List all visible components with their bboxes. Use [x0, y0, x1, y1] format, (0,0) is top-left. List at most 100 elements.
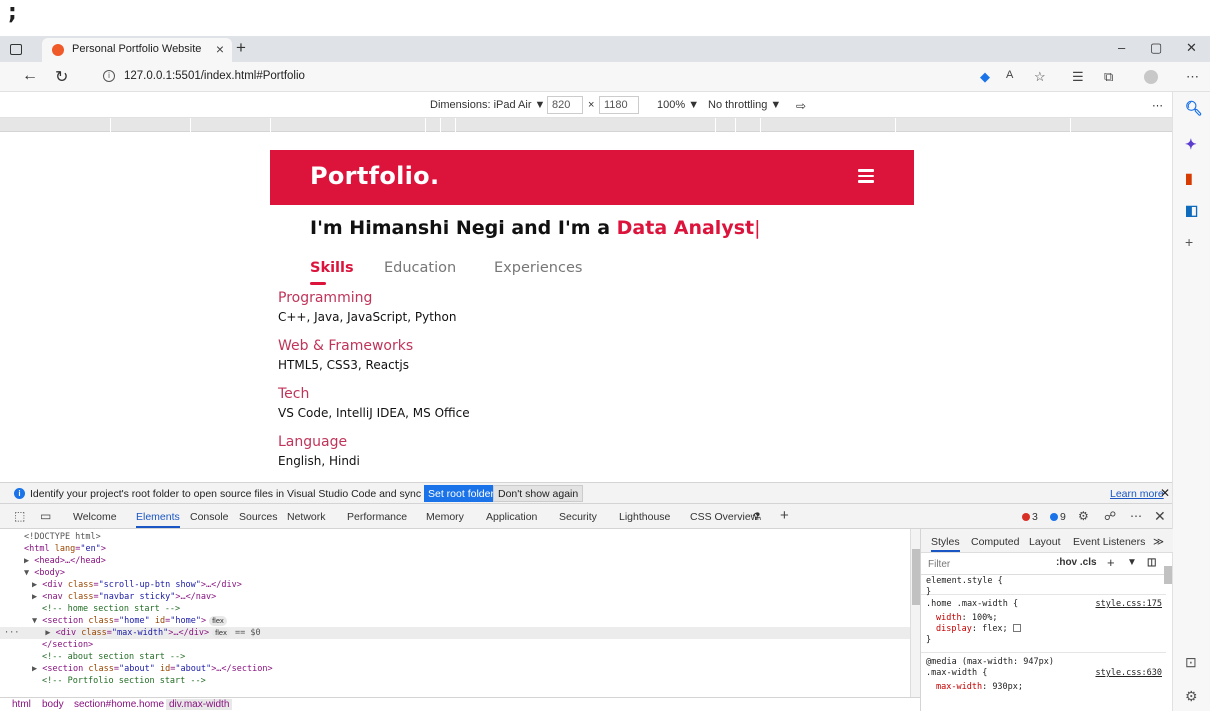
dom-node[interactable]: ▶ <head>…</head> — [24, 555, 106, 567]
dom-node[interactable]: <html lang="en"> — [24, 543, 106, 555]
flex-badge[interactable]: flex — [209, 616, 227, 626]
breadcrumb-html[interactable]: html — [12, 699, 31, 710]
tab-close-icon[interactable]: × — [216, 41, 224, 57]
styles-scrollbar[interactable] — [1164, 566, 1172, 706]
minimize-button[interactable]: – — [1118, 40, 1125, 55]
tab-event-listeners[interactable]: Event Listeners — [1073, 536, 1145, 548]
width-input[interactable]: 820 — [547, 96, 583, 114]
info-badge[interactable]: 9 — [1050, 511, 1066, 523]
tab-layout[interactable]: Layout — [1029, 536, 1061, 548]
read-aloud-icon[interactable]: A — [1006, 69, 1013, 81]
devtools-tab-network[interactable]: Network — [287, 511, 326, 523]
dimensions-select[interactable]: Dimensions: iPad Air ▼ — [430, 99, 545, 111]
devtools-tab-css-overview[interactable]: CSS Overview — [690, 511, 758, 523]
device-more-icon[interactable]: ⋯ — [1152, 99, 1163, 112]
more-tools-button[interactable]: + — [780, 507, 789, 524]
devtools-settings-gear-icon[interactable]: ⚙ — [1078, 509, 1089, 523]
search-icon[interactable]: 🔍︎ — [1185, 100, 1203, 117]
dom-node[interactable]: ▶ <section class="about" id="about">…</s… — [32, 663, 273, 675]
devtools-tab-security[interactable]: Security — [559, 511, 597, 523]
dont-show-again-button[interactable]: Don't show again — [493, 485, 584, 502]
sidebar-panel-icon[interactable]: ⊡ — [1185, 654, 1197, 671]
zoom-select[interactable]: 100% ▼ — [657, 99, 699, 111]
feedback-icon[interactable]: ☍ — [1104, 509, 1116, 523]
devtools-tab-application[interactable]: Application — [486, 511, 537, 523]
tag-icon[interactable]: ◆ — [980, 69, 990, 85]
set-root-folder-button[interactable]: Set root folder — [424, 485, 498, 502]
devtools-close-icon[interactable]: ✕ — [1154, 508, 1166, 525]
styles-filter-input[interactable]: Filter — [928, 559, 950, 570]
dom-node[interactable]: ▶ <div class="scroll-up-btn show">…</div… — [32, 579, 242, 591]
dom-node[interactable]: ▶ <nav class="navbar sticky">…</nav> — [32, 591, 216, 603]
restore-button[interactable]: ▢ — [1150, 40, 1162, 56]
favorites-list-icon[interactable]: ☰ — [1072, 69, 1084, 85]
back-arrow-icon[interactable]: ← — [22, 67, 38, 85]
scrollbar-thumb[interactable] — [912, 549, 920, 605]
dom-node[interactable]: ▼ <body> — [24, 567, 65, 579]
dom-comment[interactable]: <!-- home section start --> — [42, 603, 180, 615]
tab-skills[interactable]: Skills — [310, 260, 354, 276]
collections-icon[interactable]: ⧉ — [1104, 69, 1113, 85]
devtools-tab-console[interactable]: Console — [190, 511, 229, 523]
toggle-sidebar-icon[interactable]: ◫ — [1147, 557, 1156, 568]
more-tabs-icon[interactable]: ≫ — [1153, 536, 1164, 548]
css-rule-max-width-media[interactable]: @media (max-width: 947px) style.css:630 … — [921, 655, 1166, 715]
infobar-close-icon[interactable]: ✕ — [1160, 486, 1170, 500]
outlook-icon[interactable]: ◧ — [1185, 202, 1198, 219]
tab-education[interactable]: Education — [384, 260, 456, 276]
devtools-tab-lighthouse[interactable]: Lighthouse — [619, 511, 670, 523]
add-sidebar-icon[interactable]: + — [1185, 234, 1193, 250]
breadcrumb-section[interactable]: section#home.home — [74, 699, 164, 710]
learn-more-link[interactable]: Learn more — [1110, 488, 1164, 500]
stylesheet-link[interactable]: style.css:630 — [1095, 668, 1162, 678]
css-rule-home-max-width[interactable]: style.css:175 .home .max-width { width: … — [921, 597, 1166, 653]
tab-actions-icon[interactable] — [8, 41, 24, 57]
css-rule-element-style[interactable]: element.style { } — [921, 575, 1166, 597]
favorite-star-icon[interactable]: ☆ — [1034, 69, 1046, 85]
throttling-select[interactable]: No throttling ▼ — [708, 99, 781, 111]
errors-badge[interactable]: 3 — [1022, 511, 1038, 523]
portfolio-logo[interactable]: Portfolio. — [310, 162, 439, 190]
elements-scrollbar[interactable] — [910, 529, 920, 697]
devtools-tab-performance[interactable]: Performance — [347, 511, 407, 523]
office-icon[interactable]: ▮ — [1185, 170, 1193, 187]
devtools-tab-elements[interactable]: Elements — [136, 511, 180, 528]
tab-styles[interactable]: Styles — [931, 536, 960, 552]
paint-icon[interactable]: ▼ — [1127, 557, 1137, 568]
breadcrumb-body[interactable]: body — [42, 699, 64, 710]
hamburger-menu-icon[interactable] — [858, 169, 874, 183]
reload-icon[interactable]: ↻ — [55, 67, 68, 87]
flex-badge[interactable]: flex — [212, 628, 230, 638]
hov-cls-toggles[interactable]: :hov .cls — [1056, 557, 1097, 568]
site-info-icon[interactable]: i — [103, 70, 115, 82]
dom-node[interactable]: </section> — [42, 639, 93, 651]
dom-comment[interactable]: <!-- about section start --> — [42, 651, 185, 663]
flex-editor-icon[interactable] — [1012, 624, 1021, 632]
device-emulation-icon[interactable]: ▭ — [40, 509, 51, 523]
devtools-more-icon[interactable]: ⋯ — [1130, 509, 1142, 523]
stylesheet-link[interactable]: style.css:175 — [1095, 599, 1162, 609]
rotate-icon[interactable]: ⇨ — [796, 99, 806, 113]
breadcrumb-div[interactable]: div.max-width — [166, 699, 233, 710]
profile-avatar-icon[interactable] — [1144, 70, 1158, 84]
close-window-button[interactable]: ✕ — [1186, 40, 1197, 56]
sidebar-settings-gear-icon[interactable]: ⚙ — [1185, 688, 1198, 705]
copilot-icon[interactable]: ✦ — [1185, 136, 1197, 153]
devtools-tab-sources[interactable]: Sources — [239, 511, 278, 523]
devtools-tab-memory[interactable]: Memory — [426, 511, 464, 523]
devtools-tab-welcome[interactable]: Welcome — [73, 511, 117, 523]
new-tab-button[interactable]: + — [236, 38, 246, 58]
tab-experiences[interactable]: Experiences — [494, 260, 582, 276]
scrollbar-thumb[interactable] — [1164, 566, 1172, 584]
url-text[interactable]: 127.0.0.1:5501/index.html#Portfolio — [124, 70, 305, 82]
height-input[interactable]: 1180 — [599, 96, 639, 114]
dom-node[interactable]: ▼ <section class="home" id="home"> flex — [32, 615, 227, 627]
dom-node-selected[interactable]: ··· ▶ <div class="max-width">…</div> flex … — [0, 627, 910, 639]
settings-more-icon[interactable]: ⋯ — [1186, 69, 1199, 85]
new-rule-icon[interactable]: + — [1107, 555, 1115, 570]
browser-tab-portfolio[interactable]: Personal Portfolio Website × — [42, 38, 232, 62]
tab-computed[interactable]: Computed — [971, 536, 1019, 548]
dom-comment[interactable]: <!-- Portfolio section start --> — [42, 675, 206, 687]
dom-node[interactable]: <!DOCTYPE html> — [24, 531, 101, 543]
inspect-element-icon[interactable]: ⬚ — [14, 509, 25, 523]
